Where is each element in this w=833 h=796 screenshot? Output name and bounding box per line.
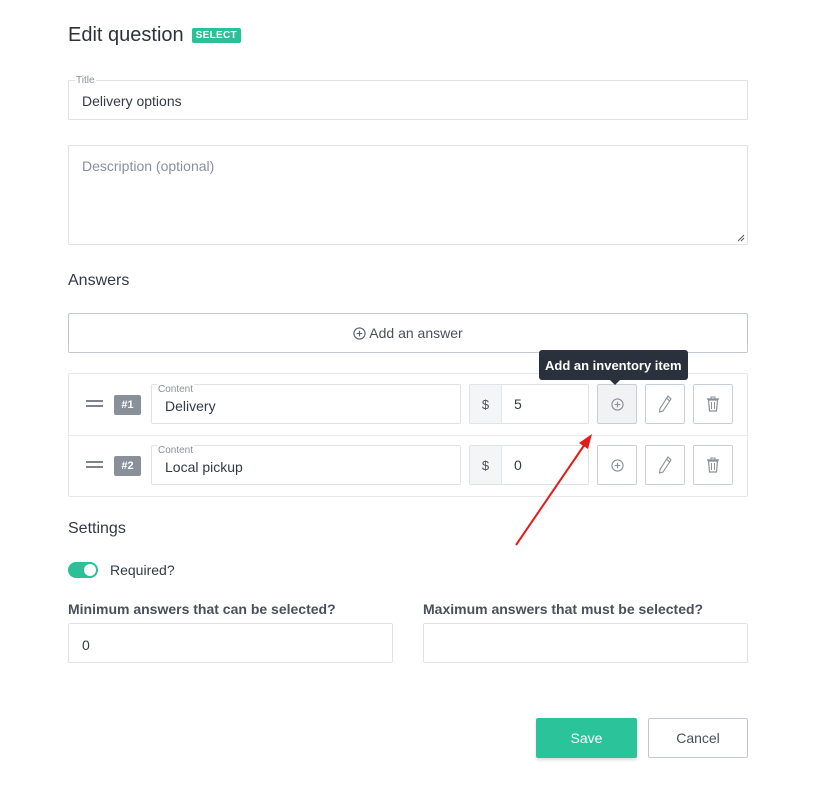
required-label: Required?	[110, 562, 175, 578]
answer-content-label: Content	[157, 384, 195, 395]
answer-content-field[interactable]: Content Local pickup	[151, 445, 461, 485]
answers-list: #1 Content Delivery $ 5 #2 Content Local…	[68, 373, 748, 497]
answer-price-field[interactable]: $ 0	[469, 445, 589, 485]
delete-answer-button[interactable]	[693, 384, 733, 424]
answer-row: #1 Content Delivery $ 5	[69, 374, 747, 436]
drag-handle-icon[interactable]	[86, 400, 103, 408]
add-inventory-item-button[interactable]	[597, 384, 637, 424]
add-answer-button[interactable]: Add an answer	[68, 313, 748, 353]
settings-heading: Settings	[68, 520, 126, 537]
trash-icon	[707, 396, 719, 412]
title-field[interactable]: Title Delivery options	[68, 75, 748, 120]
save-button[interactable]: Save	[536, 718, 637, 758]
title-field-label: Title	[75, 75, 96, 86]
answers-heading: Answers	[68, 272, 130, 289]
add-answer-label: Add an answer	[369, 325, 463, 341]
pencil-icon	[658, 456, 672, 474]
cancel-button[interactable]: Cancel	[648, 718, 748, 758]
edit-answer-button[interactable]	[645, 445, 685, 485]
question-type-badge: SELECT	[191, 28, 241, 43]
plus-circle-icon	[353, 326, 366, 340]
delete-answer-button[interactable]	[693, 445, 733, 485]
add-inventory-item-button[interactable]	[597, 445, 637, 485]
pencil-icon	[658, 395, 672, 413]
currency-symbol: $	[470, 446, 502, 484]
max-answers-input[interactable]	[423, 623, 748, 663]
answer-row: #2 Content Local pickup $ 0	[69, 435, 747, 497]
min-answers-value: 0	[82, 637, 90, 653]
edit-answer-button[interactable]	[645, 384, 685, 424]
answer-content-value: Delivery	[165, 398, 216, 414]
description-placeholder: Description (optional)	[82, 158, 215, 174]
resize-grip-icon[interactable]	[737, 234, 745, 242]
answer-price-field[interactable]: $ 5	[469, 384, 589, 424]
answer-price-value: 5	[514, 396, 522, 412]
currency-symbol: $	[470, 385, 502, 423]
answer-price-value: 0	[514, 457, 522, 473]
page-title: Edit question	[68, 24, 184, 46]
description-field[interactable]: Description (optional)	[68, 145, 748, 245]
answer-content-label: Content	[157, 445, 195, 456]
title-field-value: Delivery options	[82, 93, 182, 109]
plus-circle-icon	[610, 458, 624, 472]
toggle-knob	[84, 564, 96, 576]
answer-number: #1	[114, 395, 141, 415]
plus-circle-icon	[610, 397, 624, 411]
min-answers-label: Minimum answers that can be selected?	[68, 601, 336, 617]
drag-handle-icon[interactable]	[86, 461, 103, 469]
answer-content-field[interactable]: Content Delivery	[151, 384, 461, 424]
page-header: Edit question SELECT	[68, 24, 241, 47]
inventory-tooltip: Add an inventory item	[539, 350, 688, 385]
max-answers-label: Maximum answers that must be selected?	[423, 601, 704, 617]
answer-number: #2	[114, 456, 141, 476]
answer-content-value: Local pickup	[165, 459, 243, 475]
trash-icon	[707, 457, 719, 473]
required-toggle[interactable]	[68, 562, 98, 578]
min-answers-input[interactable]: 0	[68, 623, 393, 663]
